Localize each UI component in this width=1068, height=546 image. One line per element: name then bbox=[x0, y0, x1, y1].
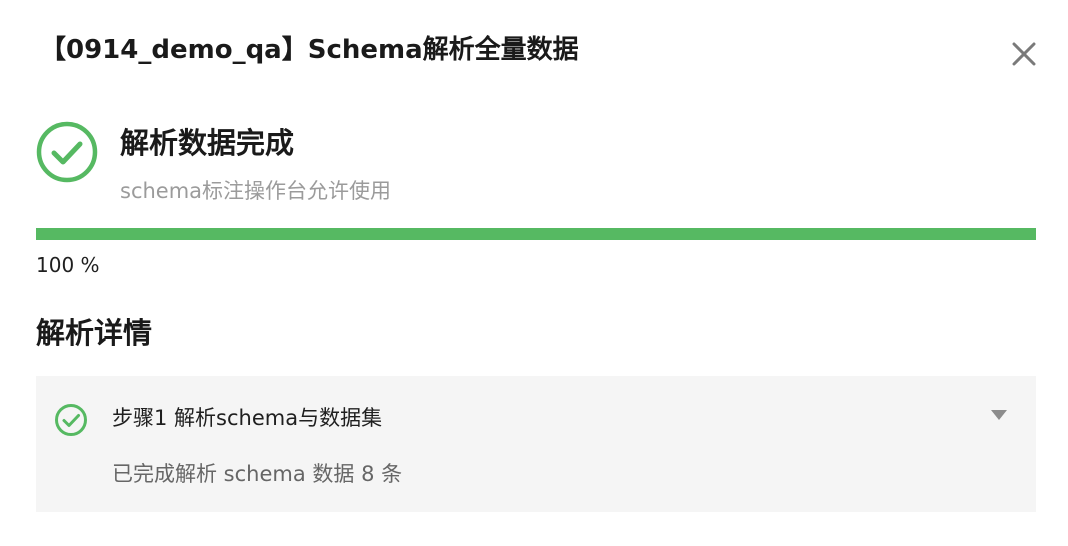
check-circle-icon bbox=[36, 121, 98, 183]
dialog-title: 【0914_demo_qa】Schema解析全量数据 bbox=[40, 35, 579, 65]
status-subtitle: schema标注操作台允许使用 bbox=[120, 179, 392, 203]
step-description: 已完成解析 schema 数据 8 条 bbox=[112, 462, 403, 486]
details-heading: 解析详情 bbox=[36, 316, 153, 350]
parse-dialog: 【0914_demo_qa】Schema解析全量数据 解析数据完成 schema… bbox=[0, 0, 1068, 546]
progress-bar bbox=[36, 228, 1036, 240]
step-title: 步骤1 解析schema与数据集 bbox=[112, 406, 383, 430]
success-status-icon bbox=[36, 121, 98, 183]
progress-percent: 100 % bbox=[36, 253, 100, 277]
check-circle-icon bbox=[55, 404, 87, 436]
caret-down-icon[interactable] bbox=[990, 408, 1008, 422]
step-status-icon bbox=[54, 403, 88, 437]
expand-toggle[interactable] bbox=[990, 407, 1008, 421]
step-panel[interactable]: 步骤1 解析schema与数据集 已完成解析 schema 数据 8 条 bbox=[36, 376, 1036, 512]
close-icon[interactable] bbox=[1006, 36, 1042, 72]
progress-fill bbox=[36, 228, 1036, 240]
status-title: 解析数据完成 bbox=[120, 126, 295, 160]
close-button[interactable] bbox=[1006, 36, 1042, 72]
